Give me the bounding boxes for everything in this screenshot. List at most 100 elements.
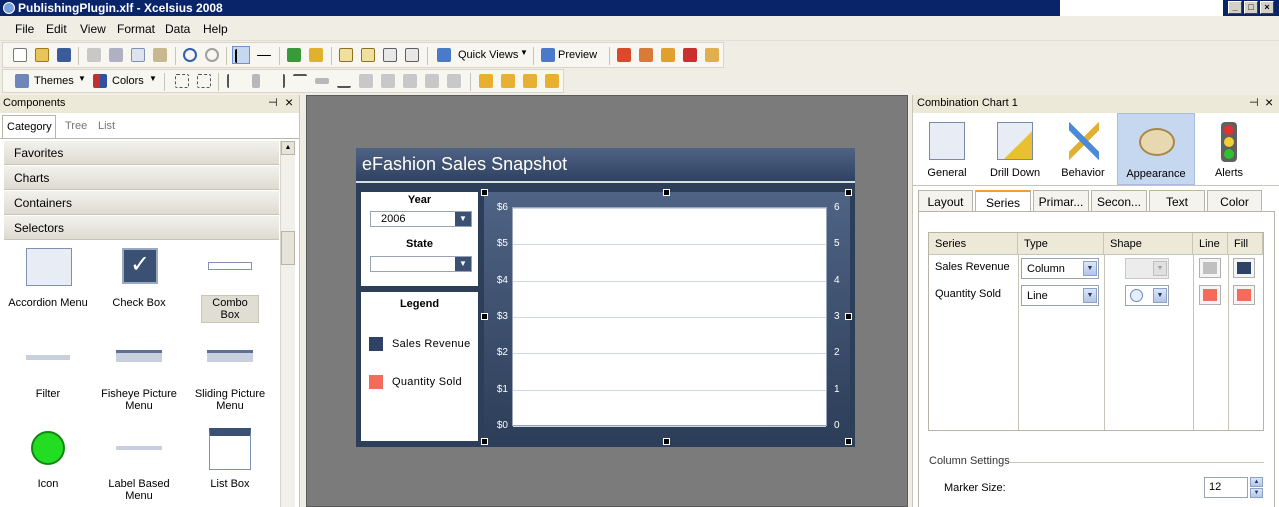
- chevron-down-icon[interactable]: ▼: [1083, 288, 1097, 303]
- component-filter[interactable]: Filter: [3, 335, 93, 405]
- fill-color-button[interactable]: [1233, 285, 1255, 305]
- component-accordion-menu[interactable]: Accordion Menu: [3, 245, 93, 315]
- cut-icon[interactable]: [107, 46, 125, 64]
- export-outlook-icon[interactable]: [659, 46, 677, 64]
- year-combo-box[interactable]: 2006 ▼: [370, 211, 472, 227]
- category-drill-down[interactable]: Drill Down: [981, 113, 1049, 185]
- category-general[interactable]: General: [913, 113, 981, 185]
- resize-handle[interactable]: [663, 189, 670, 196]
- redo-icon[interactable]: [203, 46, 221, 64]
- chevron-down-icon[interactable]: ▼: [455, 257, 471, 271]
- menu-file[interactable]: File: [15, 22, 34, 36]
- minimize-button[interactable]: _: [1228, 1, 1242, 14]
- menu-format[interactable]: Format: [117, 22, 155, 36]
- category-behavior[interactable]: Behavior: [1049, 113, 1117, 185]
- resize-handle[interactable]: [845, 313, 852, 320]
- pin-icon[interactable]: ⊣: [1249, 96, 1259, 109]
- export-spreadsheet-icon[interactable]: [307, 46, 325, 64]
- scroll-up-icon[interactable]: ▲: [281, 141, 295, 155]
- menu-data[interactable]: Data: [165, 22, 190, 36]
- align-left-icon[interactable]: [225, 72, 243, 90]
- marker-size-stepper[interactable]: ▲ ▼: [1250, 477, 1263, 498]
- enlarge-canvas-icon[interactable]: [381, 46, 399, 64]
- series-type-dropdown[interactable]: Line ▼: [1021, 285, 1099, 306]
- preview-icon[interactable]: [539, 46, 557, 64]
- align-center-icon[interactable]: [247, 72, 265, 90]
- bring-forward-icon[interactable]: [521, 72, 539, 90]
- fill-color-button[interactable]: [1233, 258, 1255, 278]
- space-vertical-icon[interactable]: [379, 72, 397, 90]
- make-same-width-icon[interactable]: [401, 72, 419, 90]
- category-appearance[interactable]: Appearance: [1117, 113, 1195, 185]
- ungroup-icon[interactable]: [195, 72, 213, 90]
- component-check-box[interactable]: ✓ Check Box: [94, 245, 184, 315]
- category-alerts[interactable]: Alerts: [1195, 113, 1263, 185]
- resize-handle[interactable]: [845, 189, 852, 196]
- crosshair-icon[interactable]: [255, 46, 273, 64]
- category-containers[interactable]: Containers: [4, 191, 279, 215]
- tab-category[interactable]: Category: [2, 115, 56, 138]
- category-favorites[interactable]: Favorites: [4, 141, 279, 165]
- component-list-box[interactable]: List Box: [185, 428, 275, 498]
- resize-handle[interactable]: [481, 189, 488, 196]
- fit-canvas-icon[interactable]: [337, 46, 355, 64]
- chevron-down-icon[interactable]: ▼: [1083, 261, 1097, 276]
- category-charts[interactable]: Charts: [4, 166, 279, 190]
- line-color-button[interactable]: [1199, 285, 1221, 305]
- export-flash-icon[interactable]: [615, 46, 633, 64]
- resize-handle[interactable]: [481, 313, 488, 320]
- import-spreadsheet-icon[interactable]: [285, 46, 303, 64]
- state-combo-box[interactable]: ▼: [370, 256, 472, 272]
- quick-views-icon[interactable]: [435, 46, 453, 64]
- send-to-back-icon[interactable]: [499, 72, 517, 90]
- tab-list[interactable]: List: [98, 120, 115, 132]
- themes-icon[interactable]: [13, 72, 31, 90]
- bring-to-front-icon[interactable]: [477, 72, 495, 90]
- new-icon[interactable]: [11, 46, 29, 64]
- send-backward-icon[interactable]: [543, 72, 561, 90]
- maximize-button[interactable]: □: [1244, 1, 1258, 14]
- tab-primary-axis[interactable]: Primar...: [1033, 190, 1089, 212]
- series-shape-dropdown[interactable]: ▼: [1125, 285, 1169, 306]
- series-type-dropdown[interactable]: Column ▼: [1021, 258, 1099, 279]
- export-ppt-icon[interactable]: [637, 46, 655, 64]
- save-icon[interactable]: [55, 46, 73, 64]
- align-bottom-icon[interactable]: [335, 72, 353, 90]
- component-sliding-picture-menu[interactable]: Sliding Picture Menu: [185, 335, 275, 412]
- tab-secondary-axis[interactable]: Secon...: [1091, 190, 1147, 212]
- fit-to-window-icon[interactable]: [403, 46, 421, 64]
- stepper-down-icon[interactable]: ▼: [1250, 488, 1263, 498]
- component-fisheye-picture-menu[interactable]: Fisheye Picture Menu: [94, 335, 184, 412]
- close-window-button[interactable]: ×: [1260, 1, 1274, 14]
- menu-edit[interactable]: Edit: [46, 22, 67, 36]
- close-panel-icon[interactable]: ×: [285, 94, 293, 110]
- tab-layout[interactable]: Layout: [918, 190, 973, 212]
- chevron-down-icon[interactable]: ▼: [1153, 288, 1167, 303]
- themes-button[interactable]: Themes: [34, 75, 74, 87]
- tab-color[interactable]: Color: [1207, 190, 1262, 212]
- tab-series[interactable]: Series: [975, 190, 1031, 212]
- align-right-icon[interactable]: [269, 72, 287, 90]
- colors-icon[interactable]: [91, 72, 109, 90]
- quick-views-button[interactable]: Quick Views: [458, 49, 518, 61]
- themes-dropdown-icon[interactable]: ▼: [78, 74, 86, 83]
- category-selectors[interactable]: Selectors: [4, 216, 279, 240]
- resize-handle[interactable]: [481, 438, 488, 445]
- shrink-canvas-icon[interactable]: [359, 46, 377, 64]
- components-scrollbar[interactable]: ▲: [280, 141, 295, 507]
- marker-size-input[interactable]: 12: [1204, 477, 1248, 498]
- tab-tree[interactable]: Tree: [65, 120, 87, 132]
- close-panel-icon[interactable]: ×: [1265, 94, 1273, 110]
- copy-icon[interactable]: [129, 46, 147, 64]
- make-same-size-icon[interactable]: [445, 72, 463, 90]
- component-combo-box[interactable]: Combo Box: [185, 245, 275, 323]
- resize-handle[interactable]: [663, 438, 670, 445]
- preview-button[interactable]: Preview: [558, 49, 597, 61]
- line-color-button[interactable]: [1199, 258, 1221, 278]
- menu-view[interactable]: View: [80, 22, 106, 36]
- component-icon[interactable]: Icon: [3, 428, 93, 498]
- scroll-thumb[interactable]: [281, 231, 295, 265]
- paste-icon[interactable]: [151, 46, 169, 64]
- menu-help[interactable]: Help: [203, 22, 228, 36]
- tab-text[interactable]: Text: [1149, 190, 1205, 212]
